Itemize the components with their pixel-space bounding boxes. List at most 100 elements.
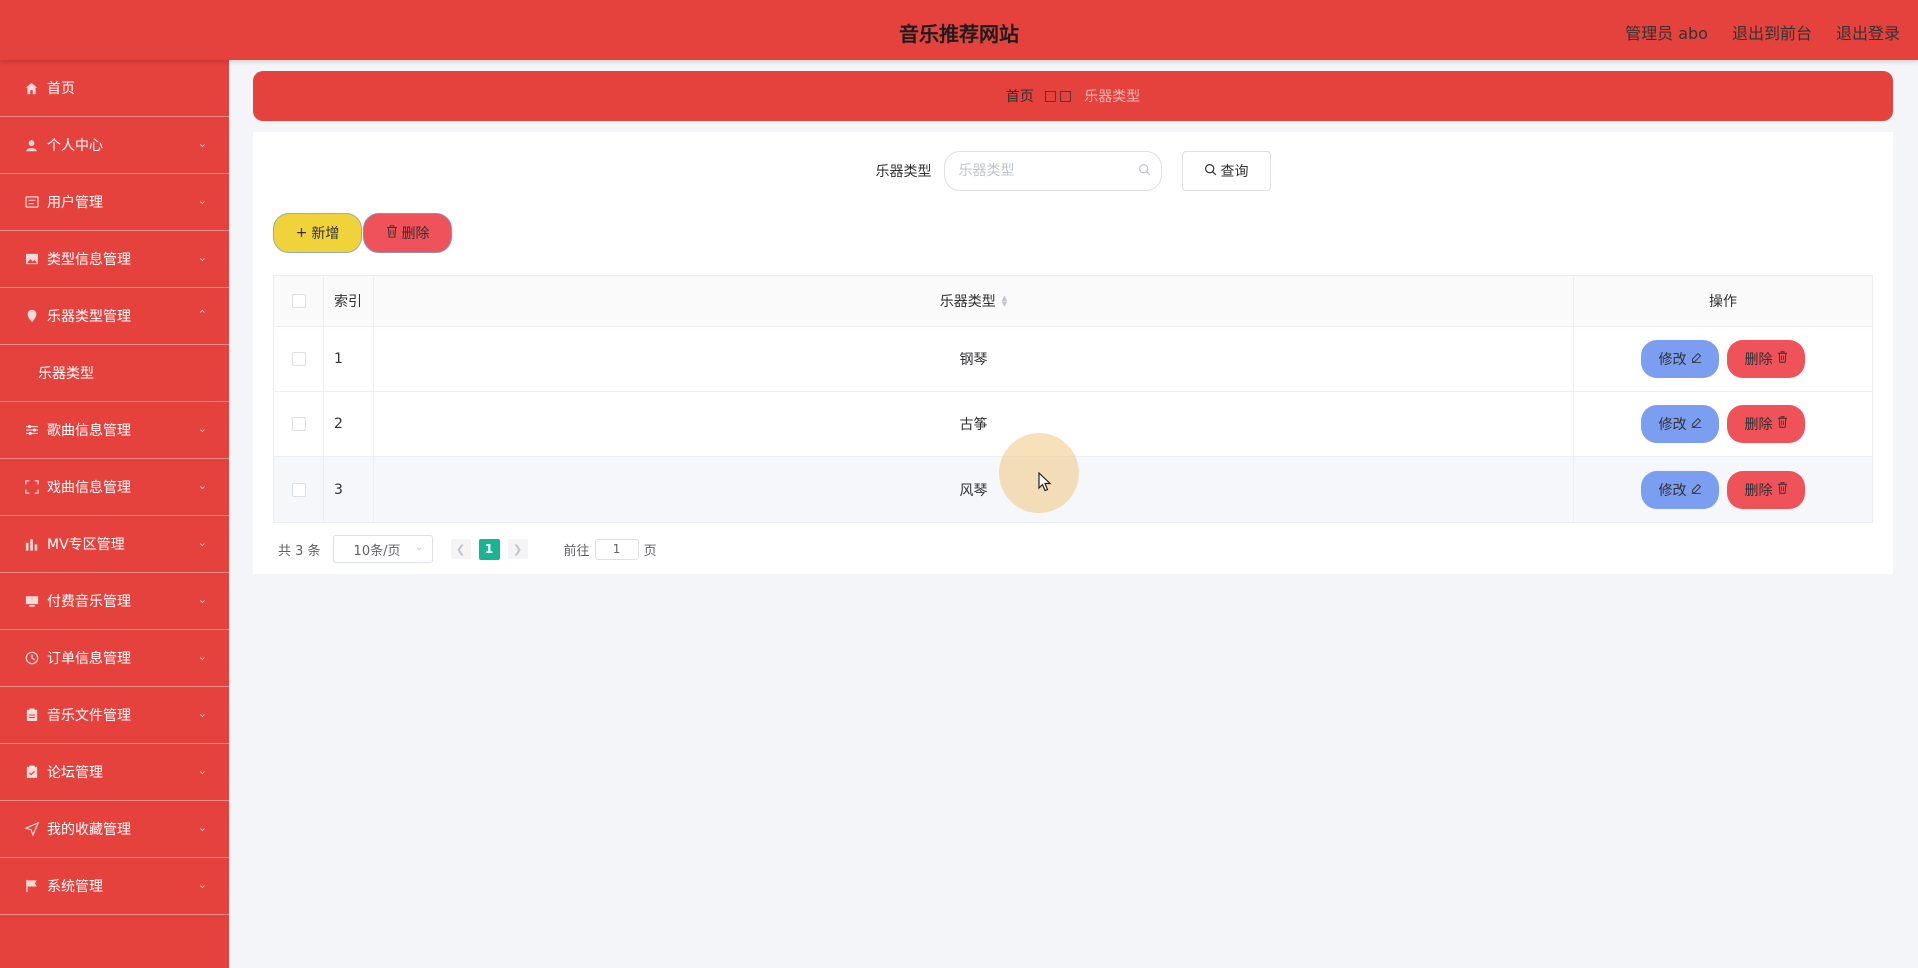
content-card: 乐器类型 查询 + 新增 删除 索引 xyxy=(253,132,1893,574)
chevron-down-icon: ⌄ xyxy=(197,479,207,492)
chevron-down-icon: ⌄ xyxy=(197,536,207,549)
row-index: 1 xyxy=(324,327,374,391)
page-size-select[interactable]: 10条/页 ⌄ xyxy=(332,535,433,563)
clock-icon xyxy=(24,651,39,666)
search-input-wrapper xyxy=(943,151,1162,191)
row-index: 3 xyxy=(324,457,374,522)
sidebar-item-label: 戏曲信息管理 xyxy=(47,480,131,496)
sidebar-item-label: 论坛管理 xyxy=(47,765,103,781)
monitor-icon xyxy=(24,594,39,609)
row-actions: 修改 删除 xyxy=(1574,392,1872,456)
select-all-checkbox[interactable] xyxy=(291,294,306,308)
sidebar-item-forum[interactable]: 论坛管理 ⌄ xyxy=(0,744,229,801)
chevron-down-icon: ⌄ xyxy=(197,707,207,720)
delete-button-label: 删除 xyxy=(1744,482,1773,499)
trash-icon xyxy=(1777,416,1788,432)
table-row: 1 钢琴 修改 删除 xyxy=(274,327,1872,392)
row-checkbox[interactable] xyxy=(291,352,306,366)
edit-button[interactable]: 修改 xyxy=(1641,340,1719,378)
breadcrumb: 首页 □□ 乐器类型 xyxy=(253,71,1893,121)
batch-delete-button[interactable]: 删除 xyxy=(363,213,452,253)
exit-to-front-link[interactable]: 退出到前台 xyxy=(1732,20,1812,44)
header-instrument-type[interactable]: 乐器类型 ▲ ▼ xyxy=(374,276,1574,326)
chevron-down-icon: ⌄ xyxy=(197,821,207,834)
sidebar-item-personal-center[interactable]: 个人中心 ⌄ xyxy=(0,117,229,174)
sidebar-item-home[interactable]: 首页 xyxy=(0,60,229,117)
header-user-links: 管理员 abo 退出到前台 退出登录 xyxy=(1625,20,1900,44)
row-instrument-type: 古筝 xyxy=(374,392,1574,456)
table-header-row: 索引 乐器类型 ▲ ▼ 操作 xyxy=(274,276,1872,327)
breadcrumb-current: 乐器类型 xyxy=(1084,89,1141,105)
delete-button[interactable]: 删除 xyxy=(1727,470,1805,509)
next-page-button[interactable]: ❯ xyxy=(507,539,528,559)
sidebar-item-user-management[interactable]: 用户管理 ⌄ xyxy=(0,174,229,231)
chevron-down-icon: ⌄ xyxy=(197,878,207,891)
edit-icon xyxy=(1691,351,1702,367)
row-checkbox[interactable] xyxy=(291,482,306,497)
goto-label: 前往 xyxy=(563,543,590,559)
sidebar-subitem-instrument-type[interactable]: 乐器类型 xyxy=(0,345,229,402)
header-instrument-type-label: 乐器类型 xyxy=(939,294,996,310)
sidebar-item-label: 付费音乐管理 xyxy=(47,594,131,610)
plus-icon: + xyxy=(295,225,308,241)
sidebar-item-label: 乐器类型管理 xyxy=(47,309,131,325)
header-operations: 操作 xyxy=(1709,294,1737,310)
search-bar: 乐器类型 查询 xyxy=(253,151,1893,191)
goto-page-input[interactable] xyxy=(594,538,639,560)
search-icon xyxy=(1138,163,1151,180)
sidebar-item-label: 系统管理 xyxy=(47,879,103,895)
add-button[interactable]: + 新增 xyxy=(273,213,362,253)
sidebar-menu: 首页 个人中心 ⌄ 用户管理 ⌄ 类型信息管理 ⌄ 乐器类型管理 ⌃ 乐器类型 … xyxy=(0,60,229,968)
sidebar-item-label: 首页 xyxy=(47,81,75,97)
delete-button[interactable]: 删除 xyxy=(1727,405,1805,443)
search-input[interactable] xyxy=(958,163,1129,179)
sidebar-item-music-files[interactable]: 音乐文件管理 ⌄ xyxy=(0,687,229,744)
breadcrumb-home[interactable]: 首页 xyxy=(1006,86,1034,106)
sidebar-item-label: 用户管理 xyxy=(47,195,103,211)
sidebar-item-song-info[interactable]: 歌曲信息管理 ⌄ xyxy=(0,402,229,459)
trash-icon xyxy=(1777,481,1788,498)
bar-chart-icon xyxy=(24,537,39,552)
chevron-down-icon: ⌄ xyxy=(197,137,207,150)
sidebar-item-mv-zone[interactable]: MV专区管理 ⌄ xyxy=(0,516,229,573)
search-icon xyxy=(1204,163,1217,180)
row-checkbox[interactable] xyxy=(291,417,306,431)
sidebar-item-my-favorites[interactable]: 我的收藏管理 ⌄ xyxy=(0,801,229,858)
sidebar-item-label: 歌曲信息管理 xyxy=(47,423,131,439)
flag-icon xyxy=(24,879,39,894)
trash-icon xyxy=(386,224,398,242)
current-user-label: 管理员 abo xyxy=(1625,24,1708,43)
sort-caret-icon[interactable]: ▲ ▼ xyxy=(1002,295,1007,308)
header-index: 索引 xyxy=(324,276,374,326)
edit-icon xyxy=(1691,482,1702,498)
row-index: 2 xyxy=(324,392,374,456)
pagination-total: 共 3 条 xyxy=(278,543,321,559)
page-suffix-label: 页 xyxy=(643,543,657,559)
batch-delete-button-label: 删除 xyxy=(401,226,430,242)
sidebar-item-order-info[interactable]: 订单信息管理 ⌄ xyxy=(0,630,229,687)
id-card-icon xyxy=(24,195,39,210)
sidebar-item-label: 订单信息管理 xyxy=(47,651,131,667)
sidebar-item-instrument-type-management[interactable]: 乐器类型管理 ⌃ xyxy=(0,288,229,345)
send-icon xyxy=(24,822,39,837)
edit-button[interactable]: 修改 xyxy=(1641,405,1719,443)
query-button[interactable]: 查询 xyxy=(1181,151,1271,191)
table-row: 2 古筝 修改 删除 xyxy=(274,392,1872,457)
sidebar-item-paid-music[interactable]: 付费音乐管理 ⌄ xyxy=(0,573,229,630)
home-icon xyxy=(24,81,39,96)
logout-link[interactable]: 退出登录 xyxy=(1836,20,1900,44)
sliders-icon xyxy=(24,423,39,438)
prev-page-button[interactable]: ❮ xyxy=(450,539,471,559)
sidebar-item-type-info[interactable]: 类型信息管理 ⌄ xyxy=(0,231,229,288)
row-instrument-type: 钢琴 xyxy=(374,327,1574,391)
delete-button[interactable]: 删除 xyxy=(1727,340,1805,378)
picture-icon xyxy=(24,252,39,267)
page-number-current[interactable]: 1 xyxy=(478,538,500,560)
search-label: 乐器类型 xyxy=(875,164,932,180)
table-row: 3 风琴 修改 删除 xyxy=(274,457,1872,522)
sidebar-item-opera-info[interactable]: 戏曲信息管理 ⌄ xyxy=(0,459,229,516)
query-button-label: 查询 xyxy=(1220,164,1249,180)
edit-button[interactable]: 修改 xyxy=(1641,470,1719,509)
sidebar-item-system[interactable]: 系统管理 ⌄ xyxy=(0,858,229,915)
instrument-type-table: 索引 乐器类型 ▲ ▼ 操作 1 钢琴 修改 删除 2 古筝 修改 删除 3 风… xyxy=(273,275,1873,523)
